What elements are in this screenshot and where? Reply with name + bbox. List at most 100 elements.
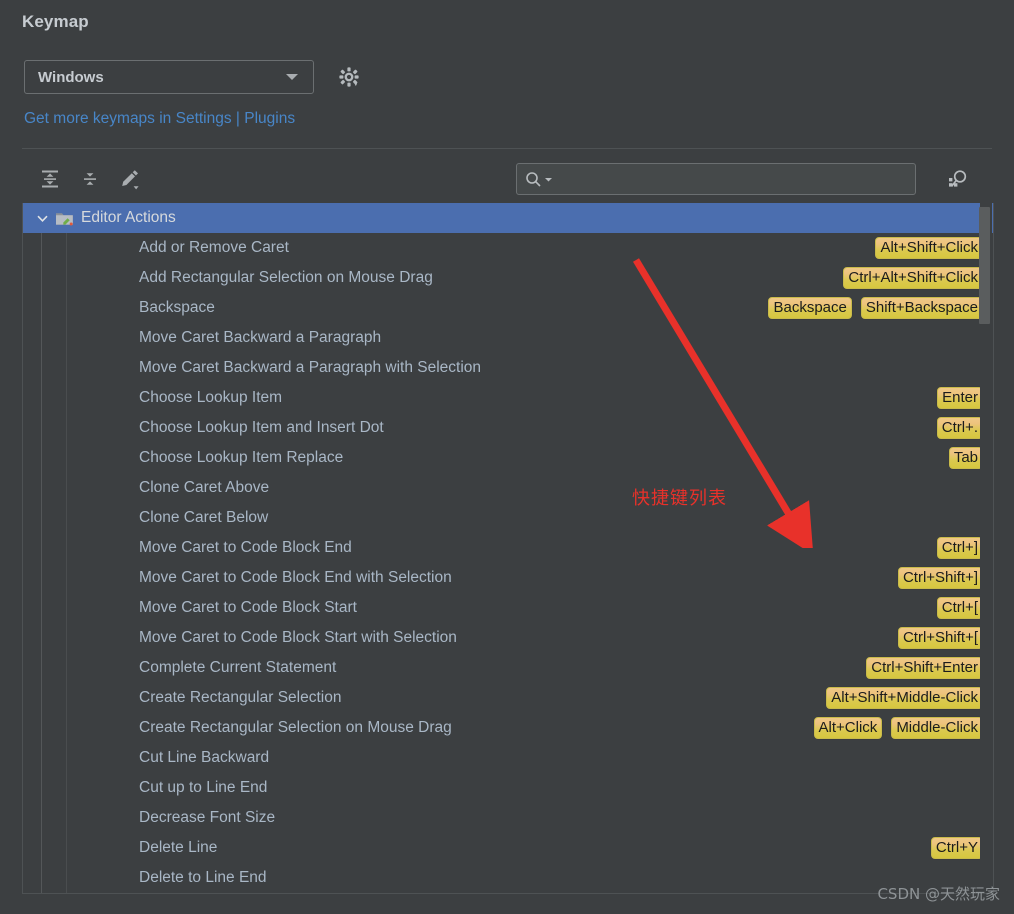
shortcut-list: Backspace Shift+Backspace: [768, 293, 983, 323]
vertical-scrollbar[interactable]: [979, 203, 992, 893]
shortcut-list: Ctrl+.: [936, 413, 983, 443]
tree-action-label: Move Caret to Code Block Start: [139, 599, 357, 616]
page-title: Keymap: [22, 12, 89, 31]
shortcut-badge[interactable]: Enter: [937, 387, 983, 409]
collapse-all-icon: [84, 173, 96, 185]
header-divider: [22, 148, 992, 149]
shortcut-list: Ctrl+Shift+[: [897, 623, 983, 653]
tree-action-label: Delete Line: [139, 839, 218, 856]
edit-shortcut-button[interactable]: [114, 163, 146, 195]
tree-action-label: Move Caret Backward a Paragraph: [139, 329, 382, 346]
tree-action-label: Clone Caret Below: [139, 509, 269, 526]
find-by-shortcut-button[interactable]: [942, 163, 974, 195]
tree-action-row[interactable]: Choose Lookup Item Replace Tab: [23, 443, 993, 473]
shortcut-badge[interactable]: Ctrl+Y: [930, 837, 983, 859]
keymap-select-value: Windows: [38, 68, 104, 86]
shortcut-badge[interactable]: Alt+Shift+Middle-Click: [826, 687, 983, 709]
collapse-all-button[interactable]: [74, 163, 106, 195]
tree-action-row[interactable]: Clone Caret Below: [23, 503, 993, 533]
shortcut-list: Alt+Click Middle-Click: [813, 713, 983, 743]
search-field[interactable]: [516, 163, 916, 195]
shortcut-badge[interactable]: Alt+Click: [813, 717, 883, 739]
tree-action-row[interactable]: Choose Lookup Item Enter: [23, 383, 993, 413]
tree-action-label: Clone Caret Above: [139, 479, 270, 496]
shortcut-list: Alt+Shift+Middle-Click: [826, 683, 983, 713]
tree-action-row[interactable]: Move Caret to Code Block Start with Sele…: [23, 623, 993, 653]
shortcut-badge[interactable]: Ctrl+.: [936, 417, 983, 439]
tree-group-row-editor-actions[interactable]: Editor Actions: [23, 203, 993, 233]
keymap-tree-body: Editor Actions Add or Remove Caret Alt+Sh…: [23, 203, 993, 893]
tree-action-row[interactable]: Create Rectangular Selection Alt+Shift+Mi…: [23, 683, 993, 713]
chevron-down-icon[interactable]: [29, 212, 55, 225]
tree-action-row[interactable]: Move Caret to Code Block End with Select…: [23, 563, 993, 593]
tree-action-label: Delete to Line End: [139, 869, 267, 886]
tree-action-label: Choose Lookup Item: [139, 389, 283, 406]
search-options-chevron-down-icon[interactable]: [544, 175, 553, 184]
tree-action-row[interactable]: Clone Caret Above: [23, 473, 993, 503]
shortcut-badge[interactable]: Ctrl+[: [936, 597, 983, 619]
shortcut-list: Ctrl+Shift+]: [897, 563, 983, 593]
tree-action-row[interactable]: Cut up to Line End: [23, 773, 993, 803]
folder-edit-icon: [55, 209, 75, 227]
shortcut-badge[interactable]: Ctrl+]: [936, 537, 983, 559]
shortcut-badge[interactable]: Ctrl+Shift+[: [897, 627, 983, 649]
edit-pencil-icon: [122, 170, 139, 190]
tree-action-row[interactable]: Decrease Font Size: [23, 803, 993, 833]
tree-action-label: Cut up to Line End: [139, 779, 268, 796]
tree-action-label: Decrease Font Size: [139, 809, 276, 826]
keymap-toolbar: [22, 155, 992, 203]
shortcut-list: Ctrl+Alt+Shift+Click: [843, 263, 983, 293]
shortcut-list: Alt+Shift+Click: [875, 233, 983, 263]
shortcut-badge[interactable]: Ctrl+Alt+Shift+Click: [843, 267, 983, 289]
shortcut-badge[interactable]: Middle-Click: [891, 717, 983, 739]
tree-action-label: Cut Line Backward: [139, 749, 270, 766]
expand-all-button[interactable]: [34, 163, 66, 195]
tree-group-label: Editor Actions: [81, 209, 176, 226]
search-icon: [526, 171, 541, 187]
annotation-label: 快捷键列表: [632, 488, 727, 509]
keymap-select[interactable]: Windows: [24, 60, 314, 94]
shortcut-badge[interactable]: Backspace: [768, 297, 852, 319]
shortcut-badge[interactable]: Alt+Shift+Click: [875, 237, 983, 259]
tree-action-label: Choose Lookup Item Replace: [139, 449, 344, 466]
tree-action-label: Add Rectangular Selection on Mouse Drag: [139, 269, 433, 286]
tree-action-label: Create Rectangular Selection on Mouse Dr…: [139, 719, 452, 736]
tree-action-row[interactable]: Cut Line Backward: [23, 743, 993, 773]
gear-button[interactable]: [336, 64, 362, 90]
tree-action-row[interactable]: Create Rectangular Selection on Mouse Dr…: [23, 713, 993, 743]
tree-action-row[interactable]: Choose Lookup Item and Insert Dot Ctrl+.: [23, 413, 993, 443]
tree-action-row[interactable]: Move Caret Backward a Paragraph with Sel…: [23, 353, 993, 383]
tree-action-row[interactable]: Complete Current Statement Ctrl+Shift+Ent…: [23, 653, 993, 683]
tree-action-row[interactable]: Backspace Backspace Shift+Backspace: [23, 293, 993, 323]
expand-all-icon: [42, 170, 58, 188]
shortcut-list: Ctrl+Shift+Enter: [866, 653, 983, 683]
gear-icon: [339, 67, 359, 87]
shortcut-badge[interactable]: Ctrl+Shift+]: [897, 567, 983, 589]
get-more-keymaps-link[interactable]: Get more keymaps in Settings | Plugins: [24, 110, 295, 128]
shortcut-badge[interactable]: Shift+Backspace: [860, 297, 983, 319]
vertical-scrollbar-thumb[interactable]: [979, 207, 990, 324]
shortcut-badge[interactable]: Tab: [948, 447, 983, 469]
shortcut-list: Enter: [937, 383, 983, 413]
chevron-down-icon: [286, 74, 298, 80]
tree-action-label: Move Caret to Code Block Start with Sele…: [139, 629, 457, 646]
search-input[interactable]: [553, 170, 915, 188]
tree-action-label: Move Caret to Code Block End: [139, 539, 352, 556]
tree-action-label: Move Caret to Code Block End with Select…: [139, 569, 452, 586]
tree-action-row[interactable]: Delete Line Ctrl+Y: [23, 833, 993, 863]
tree-action-row[interactable]: Move Caret to Code Block Start Ctrl+[: [23, 593, 993, 623]
tree-action-row[interactable]: Move Caret to Code Block End Ctrl+]: [23, 533, 993, 563]
tree-action-label: Add or Remove Caret: [139, 239, 289, 256]
tree-action-label: Complete Current Statement: [139, 659, 337, 676]
shortcut-list: Ctrl+]: [936, 533, 983, 563]
tree-action-label: Move Caret Backward a Paragraph with Sel…: [139, 359, 482, 376]
shortcut-badge[interactable]: Ctrl+Shift+Enter: [866, 657, 983, 679]
shortcut-list: Ctrl+[: [936, 593, 983, 623]
tree-action-label: Choose Lookup Item and Insert Dot: [139, 419, 384, 436]
watermark: CSDN @天然玩家: [877, 885, 1000, 903]
tree-action-row[interactable]: Add Rectangular Selection on Mouse Drag C…: [23, 263, 993, 293]
tree-action-row[interactable]: Delete to Line End: [23, 863, 993, 893]
keymap-tree[interactable]: Editor Actions Add or Remove Caret Alt+Sh…: [22, 203, 994, 894]
tree-action-row[interactable]: Add or Remove Caret Alt+Shift+Click: [23, 233, 993, 263]
tree-action-row[interactable]: Move Caret Backward a Paragraph: [23, 323, 993, 353]
